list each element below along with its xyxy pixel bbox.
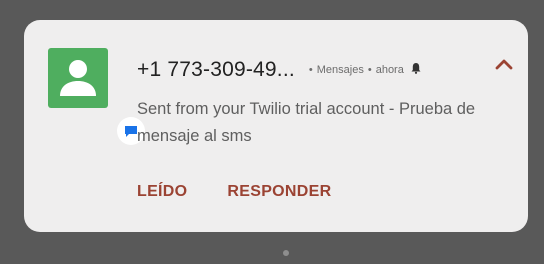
notification-meta: • Mensajes • ahora xyxy=(305,64,404,76)
page-indicator-dot xyxy=(283,250,289,256)
bell-icon xyxy=(410,61,422,79)
collapse-button[interactable] xyxy=(489,53,519,77)
notification-header: +1 773-309-49... • Mensajes • ahora xyxy=(137,56,487,84)
meta-separator: • xyxy=(367,64,372,76)
reply-button[interactable]: RESPONDER xyxy=(227,183,331,201)
chevron-up-icon xyxy=(495,59,513,70)
notification-message: Sent from your Twilio trial account - Pr… xyxy=(137,100,476,145)
meta-separator: • xyxy=(308,64,313,76)
contact-avatar xyxy=(48,48,108,108)
app-name: Mensajes xyxy=(316,64,364,76)
sender-number: +1 773-309-49... xyxy=(137,58,295,81)
notification-actions: LEÍDO RESPONDER xyxy=(137,180,371,204)
notification-time: ahora xyxy=(375,64,404,76)
mark-read-button[interactable]: LEÍDO xyxy=(137,183,187,201)
person-icon xyxy=(60,60,96,96)
notification-card[interactable]: +1 773-309-49... • Mensajes • ahora Sent fr… xyxy=(24,20,528,232)
